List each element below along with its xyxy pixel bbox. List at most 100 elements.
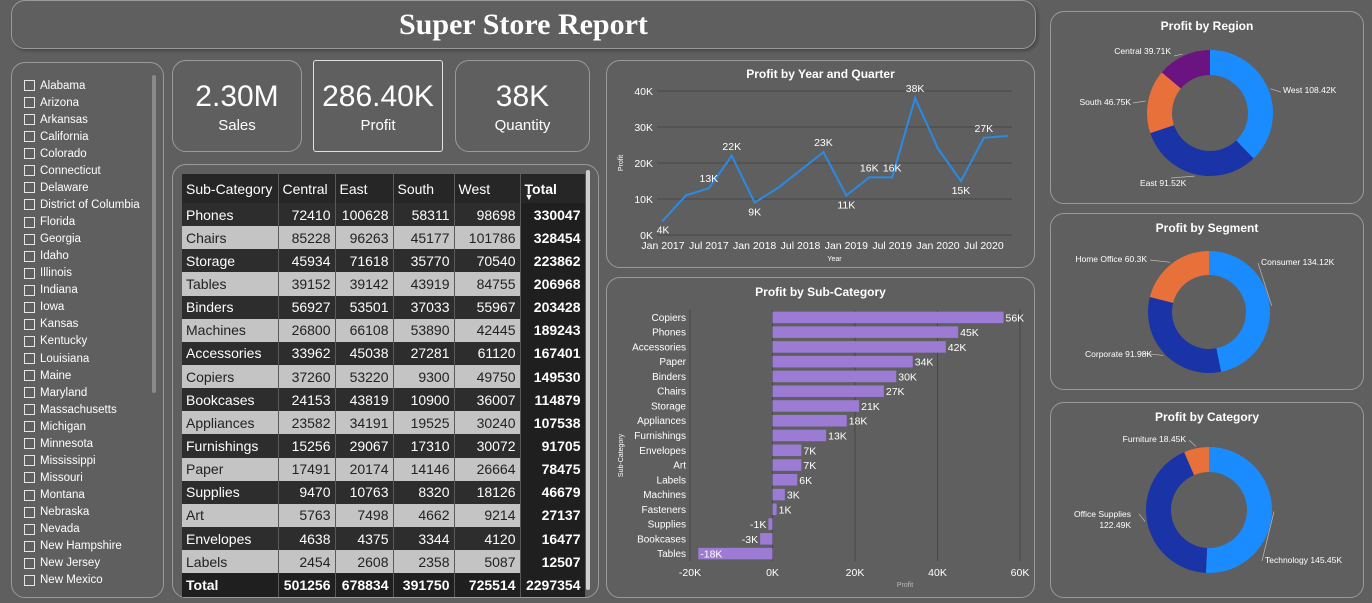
- checkbox-icon[interactable]: [24, 353, 35, 365]
- checkbox-icon[interactable]: [24, 557, 35, 569]
- matrix-header-central[interactable]: Central: [278, 174, 336, 203]
- table-row[interactable]: Chairs 85228 96263 45177 101786 328454: [182, 226, 586, 250]
- checkbox-icon[interactable]: [24, 233, 35, 245]
- line-point[interactable]: [753, 201, 756, 204]
- line-point[interactable]: [845, 194, 848, 197]
- table-row[interactable]: Supplies 9470 10763 8320 18126 46679: [182, 480, 586, 504]
- checkbox-icon[interactable]: [24, 216, 35, 228]
- slicer-item[interactable]: Nevada: [24, 521, 154, 538]
- slicer-item[interactable]: District of Columbia: [24, 196, 154, 213]
- line-point[interactable]: [661, 219, 665, 222]
- checkbox-icon[interactable]: [24, 148, 35, 160]
- bar[interactable]: [772, 429, 827, 442]
- slicer-scrollbar[interactable]: [152, 75, 156, 393]
- line-point[interactable]: [959, 179, 963, 183]
- line-point[interactable]: [913, 97, 917, 100]
- slicer-item[interactable]: Mississippi: [24, 452, 154, 469]
- checkbox-icon[interactable]: [24, 370, 35, 382]
- table-row[interactable]: Art 5763 7498 4662 9214 27137: [182, 503, 586, 527]
- line-point[interactable]: [868, 176, 871, 179]
- table-row[interactable]: Furnishings 15256 29067 17310 30072 91705: [182, 434, 586, 458]
- checkbox-icon[interactable]: [24, 472, 35, 484]
- table-row[interactable]: Labels 2454 2608 2358 5087 12507: [182, 550, 586, 574]
- slicer-item[interactable]: Idaho: [24, 248, 154, 265]
- profit-line-chart[interactable]: 0K10K20K30K40KJan 2017 Jul 2017 Jan 2018 Ju…: [607, 61, 1036, 269]
- bar[interactable]: [772, 414, 847, 427]
- line-point[interactable]: [936, 147, 940, 150]
- bar[interactable]: [772, 488, 785, 501]
- slicer-item[interactable]: Louisiana: [24, 350, 154, 367]
- donut-slice[interactable]: [1149, 251, 1209, 303]
- line-point[interactable]: [684, 194, 688, 197]
- line-point[interactable]: [1005, 134, 1008, 138]
- slicer-item[interactable]: Minnesota: [24, 435, 154, 452]
- donut-slice[interactable]: [1205, 447, 1272, 573]
- checkbox-icon[interactable]: [24, 523, 35, 535]
- slicer-item[interactable]: Missouri: [24, 469, 154, 486]
- table-row[interactable]: Accessories 33962 45038 27281 61120 167401: [182, 341, 586, 365]
- segment-donut-chart[interactable]: Consumer 134.12K Corporate 91.98K Home Off…: [1051, 214, 1365, 391]
- line-point[interactable]: [776, 187, 779, 190]
- matrix-header-east[interactable]: East: [335, 174, 394, 203]
- line-point[interactable]: [822, 151, 825, 154]
- slicer-item[interactable]: Indiana: [24, 282, 154, 299]
- line-point[interactable]: [982, 136, 986, 139]
- checkbox-icon[interactable]: [24, 335, 35, 347]
- slicer-item[interactable]: Iowa: [24, 299, 154, 316]
- bar[interactable]: [772, 503, 777, 516]
- slicer-item[interactable]: New Mexico: [24, 572, 154, 589]
- region-donut-chart[interactable]: West 108.42K East 91.52K South 46.75K Centr…: [1051, 12, 1365, 205]
- bar[interactable]: [772, 370, 897, 383]
- table-row[interactable]: Copiers 37260 53220 9300 49750 149530: [182, 364, 586, 389]
- kpi-card-quantity[interactable]: 38K Quantity: [455, 60, 590, 152]
- bar[interactable]: [772, 326, 959, 338]
- table-row[interactable]: Storage 45934 71618 35770 70540 223862: [182, 249, 586, 273]
- matrix-header-south[interactable]: South: [393, 174, 455, 203]
- checkbox-icon[interactable]: [24, 250, 35, 262]
- slicer-item[interactable]: Georgia: [24, 231, 154, 248]
- slicer-item[interactable]: New Jersey: [24, 555, 154, 572]
- profit-bar-chart[interactable]: -20K 0K 20K 40K 60K Profit Sub-Category Copiers…: [607, 278, 1036, 599]
- slicer-item[interactable]: Kansas: [24, 316, 154, 333]
- category-donut-chart[interactable]: Technology 145.45K Office Supplies122.49K…: [1051, 403, 1365, 599]
- checkbox-icon[interactable]: [24, 489, 35, 501]
- donut-slice[interactable]: [1150, 125, 1254, 176]
- checkbox-icon[interactable]: [24, 421, 35, 433]
- slicer-item[interactable]: Arizona: [24, 94, 154, 111]
- checkbox-icon[interactable]: [24, 165, 35, 177]
- checkbox-icon[interactable]: [24, 387, 35, 399]
- slicer-item[interactable]: Illinois: [24, 265, 154, 282]
- matrix-header-west[interactable]: West: [454, 174, 521, 203]
- bar[interactable]: [772, 311, 1004, 324]
- bar[interactable]: [772, 444, 802, 457]
- slicer-item[interactable]: Colorado: [24, 145, 154, 162]
- donut-slice[interactable]: [1209, 251, 1270, 372]
- table-row[interactable]: Phones 72410 100628 58311 98698 330047: [182, 203, 586, 227]
- slicer-item[interactable]: Massachusetts: [24, 401, 154, 418]
- slicer-item[interactable]: Nebraska: [24, 504, 154, 521]
- bar[interactable]: [772, 400, 860, 412]
- kpi-card-sales[interactable]: 2.30M Sales: [172, 60, 302, 152]
- matrix-header-subcategory[interactable]: Sub-Category: [182, 174, 279, 203]
- table-row[interactable]: Appliances 23582 34191 19525 30240 107538: [182, 411, 586, 435]
- checkbox-icon[interactable]: [24, 404, 35, 416]
- slicer-item[interactable]: Connecticut: [24, 162, 154, 179]
- bar[interactable]: [768, 518, 773, 530]
- checkbox-icon[interactable]: [24, 199, 35, 211]
- kpi-card-profit[interactable]: 286.40K Profit: [313, 60, 443, 152]
- donut-slice[interactable]: [1148, 297, 1222, 373]
- slicer-item[interactable]: Arkansas: [24, 111, 154, 128]
- slicer-item[interactable]: Alabama: [24, 77, 154, 94]
- checkbox-icon[interactable]: [24, 114, 35, 126]
- checkbox-icon[interactable]: [24, 267, 35, 279]
- checkbox-icon[interactable]: [24, 301, 35, 313]
- table-row[interactable]: Tables 39152 39142 43919 84755 206968: [182, 272, 586, 296]
- line-point[interactable]: [730, 154, 733, 157]
- line-point[interactable]: [799, 169, 802, 172]
- slicer-item[interactable]: California: [24, 128, 154, 145]
- table-row[interactable]: Binders 56927 53501 37033 55967 203428: [182, 295, 586, 319]
- table-row[interactable]: Paper 17491 20174 14146 26664 78475: [182, 457, 586, 481]
- checkbox-icon[interactable]: [24, 131, 35, 143]
- checkbox-icon[interactable]: [24, 455, 35, 467]
- table-row[interactable]: Envelopes 4638 4375 3344 4120 16477: [182, 526, 586, 551]
